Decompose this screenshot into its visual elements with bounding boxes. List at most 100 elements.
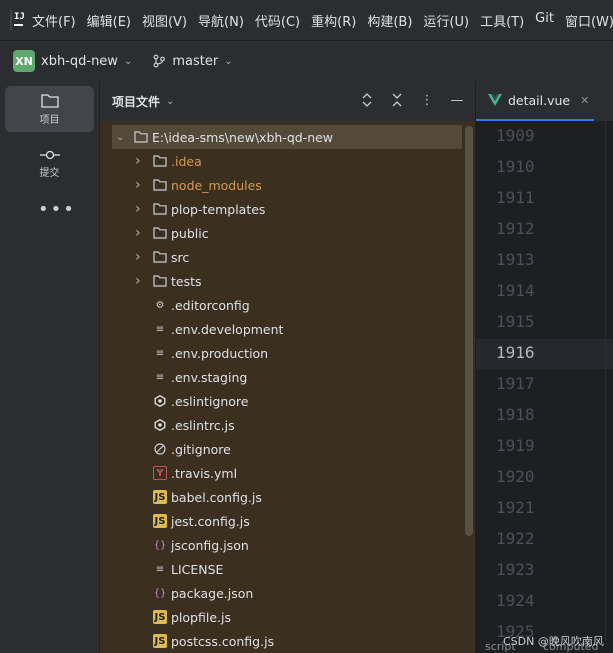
editor: detail.vue ✕ 1909 1910 1911 1912 1913 1914 191… xyxy=(475,81,613,653)
chevron-down-icon[interactable]: ⌄ xyxy=(116,132,124,143)
chevron-right-icon[interactable]: › xyxy=(135,177,141,193)
tree-file-row[interactable]: ≡ LICENSE xyxy=(100,557,475,581)
js-file-icon: JS xyxy=(153,490,167,504)
editor-tab-bar: detail.vue ✕ xyxy=(476,81,613,121)
line-number: 1922 xyxy=(496,529,535,548)
hide-pane-icon[interactable]: — xyxy=(449,92,465,108)
folder-icon xyxy=(153,250,167,264)
tree-file-row[interactable]: {} jsconfig.json xyxy=(100,533,475,557)
menu-item[interactable]: 构建(B) xyxy=(367,11,412,30)
folder-icon xyxy=(153,226,167,240)
tree-file-row[interactable]: ⚙ .editorconfig xyxy=(100,293,475,317)
tree-item-label: .editorconfig xyxy=(171,297,250,313)
chevron-down-icon[interactable]: ⌄ xyxy=(224,56,232,67)
tree-item-label: .env.development xyxy=(171,321,284,337)
tree-item-label: node_modules xyxy=(171,177,262,193)
tree-item-label: jsconfig.json xyxy=(171,537,249,553)
tree-item-label: LICENSE xyxy=(171,561,224,577)
gitignore-icon xyxy=(153,442,167,456)
chevron-right-icon[interactable]: › xyxy=(135,153,141,169)
tree-folder-row[interactable]: › node_modules xyxy=(100,173,475,197)
tree-folder-row[interactable]: › src xyxy=(100,245,475,269)
expand-all-icon[interactable] xyxy=(359,92,375,108)
tree-file-row[interactable]: ≡ .env.production xyxy=(100,341,475,365)
menu-item[interactable]: 文件(F) xyxy=(32,11,76,30)
line-number: 1917 xyxy=(496,374,535,393)
tree-item-label: .env.staging xyxy=(171,369,248,385)
tree-file-row[interactable]: JS jest.config.js xyxy=(100,509,475,533)
tree-scrollbar[interactable] xyxy=(465,126,473,536)
settings-file-icon: ⚙ xyxy=(155,299,165,311)
tree-file-row[interactable]: Y .travis.yml xyxy=(100,461,475,485)
tree-folder-row[interactable]: ⌄ E:\idea-sms\new\xbh-qd-new xyxy=(112,125,462,149)
tree-folder-row[interactable]: › tests xyxy=(100,269,475,293)
eslint-icon xyxy=(153,394,167,408)
yaml-file-icon: Y xyxy=(153,466,167,480)
menu-item[interactable]: 视图(V) xyxy=(142,11,187,30)
line-number: 1909 xyxy=(496,126,535,145)
line-number: 1915 xyxy=(496,312,535,331)
commit-tool-label: 提交 xyxy=(39,168,60,179)
menu-item[interactable]: 代码(C) xyxy=(255,11,300,30)
tree-file-row[interactable]: JS plopfile.js xyxy=(100,605,475,629)
project-tree: ⌄ E:\idea-sms\new\xbh-qd-new › .idea › node_m… xyxy=(100,125,475,653)
tree-file-row[interactable]: ≡ .env.staging xyxy=(100,365,475,389)
menu-item[interactable]: Git xyxy=(535,11,554,30)
tree-item-label: babel.config.js xyxy=(171,489,262,505)
intellij-logo-icon[interactable]: IJ xyxy=(10,10,25,30)
line-number: 1912 xyxy=(496,219,535,238)
tree-item-label: postcss.config.js xyxy=(171,633,275,649)
chevron-down-icon[interactable]: ⌄ xyxy=(166,96,174,107)
chevron-right-icon[interactable]: › xyxy=(135,249,141,265)
tree-file-row[interactable]: .gitignore xyxy=(100,437,475,461)
tree-folder-row[interactable]: › plop-templates xyxy=(100,197,475,221)
menu-item[interactable]: 窗口(W) xyxy=(565,11,613,30)
git-branch-icon xyxy=(153,54,166,68)
menu-item[interactable]: 编辑(E) xyxy=(87,11,131,30)
collapse-all-icon[interactable] xyxy=(389,92,405,108)
options-menu-icon[interactable]: ⋮ xyxy=(419,92,435,108)
tree-file-row[interactable]: ≡ .env.development xyxy=(100,317,475,341)
chevron-right-icon[interactable]: › xyxy=(135,201,141,217)
folder-icon xyxy=(153,154,167,168)
line-number: 1924 xyxy=(496,591,535,610)
tree-file-row[interactable]: {} package.json xyxy=(100,581,475,605)
tree-file-row[interactable]: .eslintrc.js xyxy=(100,413,475,437)
menu-item[interactable]: 工具(T) xyxy=(480,11,524,30)
line-number: 1916 xyxy=(496,343,535,362)
project-name[interactable]: xbh-qd-new xyxy=(41,54,118,69)
tree-file-row[interactable]: JS postcss.config.js xyxy=(100,629,475,653)
close-icon[interactable]: ✕ xyxy=(580,94,589,107)
project-tool-button[interactable]: 项目 xyxy=(5,86,94,132)
branch-name[interactable]: master xyxy=(172,54,218,69)
menu-item[interactable]: 运行(U) xyxy=(423,11,469,30)
tree-file-row[interactable]: JS babel.config.js xyxy=(100,485,475,509)
chevron-right-icon[interactable]: › xyxy=(135,273,141,289)
tree-item-label: jest.config.js xyxy=(171,513,250,529)
tree-item-label: plopfile.js xyxy=(171,609,231,625)
line-number: 1910 xyxy=(496,157,535,176)
tree-item-label: src xyxy=(171,249,190,265)
tree-folder-row[interactable]: › public xyxy=(100,221,475,245)
tree-item-label: .eslintignore xyxy=(171,393,249,409)
project-tool-window: 项目文件 ⌄ ⋮ — ⌄ E:\idea-sms\new\xbh-qd-new ›.… xyxy=(100,81,475,653)
tree-folder-row[interactable]: › .idea xyxy=(100,149,475,173)
tree-item-label: public xyxy=(171,225,209,241)
tool-strip: 项目 提交 ••• xyxy=(0,81,100,653)
menu-item[interactable]: 导航(N) xyxy=(198,11,244,30)
tree-file-row[interactable]: .eslintignore xyxy=(100,389,475,413)
menu-item[interactable]: 重构(R) xyxy=(311,11,356,30)
project-badge[interactable]: XN xyxy=(13,50,35,72)
tab-detail-vue[interactable]: detail.vue ✕ xyxy=(476,81,594,121)
tree-item-label: plop-templates xyxy=(171,201,266,217)
js-file-icon: JS xyxy=(153,634,167,648)
commit-tool-button[interactable]: 提交 xyxy=(5,141,94,187)
project-pane-title[interactable]: 项目文件 xyxy=(112,93,160,110)
tree-item-label: .gitignore xyxy=(171,441,231,457)
tree-item-label: package.json xyxy=(171,585,254,601)
more-tools-icon[interactable]: ••• xyxy=(38,201,76,219)
chevron-down-icon[interactable]: ⌄ xyxy=(124,56,132,67)
folder-icon xyxy=(153,178,167,192)
chevron-right-icon[interactable]: › xyxy=(135,225,141,241)
tree-item-label: .eslintrc.js xyxy=(171,417,235,433)
